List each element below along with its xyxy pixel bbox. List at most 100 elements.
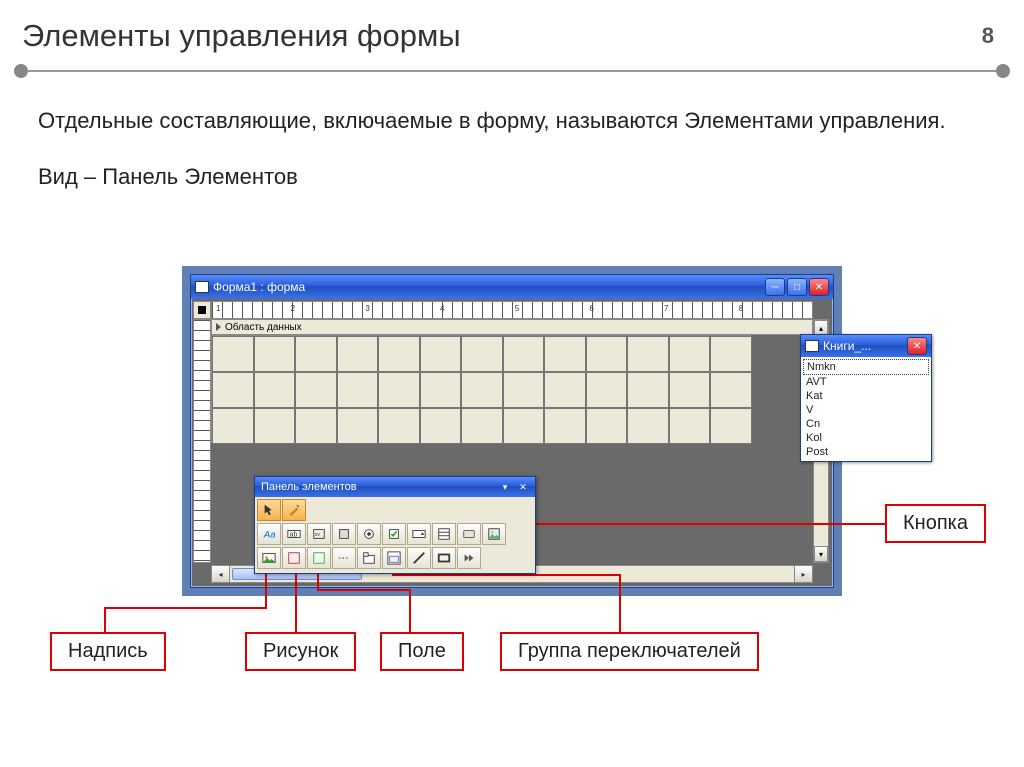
grid-cell[interactable] (378, 408, 420, 444)
grid-cell[interactable] (503, 372, 545, 408)
grid-cell[interactable] (212, 408, 254, 444)
grid-cell[interactable] (295, 372, 337, 408)
grid-cell[interactable] (461, 336, 503, 372)
grid-cell[interactable] (420, 372, 462, 408)
grid-cell[interactable] (295, 336, 337, 372)
grid-cell[interactable] (586, 336, 628, 372)
grid-cell[interactable] (378, 336, 420, 372)
detail-section-grid[interactable] (211, 335, 751, 443)
grid-cell[interactable] (710, 372, 752, 408)
grid-cell[interactable] (544, 336, 586, 372)
tool-wizard[interactable] (282, 499, 306, 521)
grid-cell[interactable] (503, 408, 545, 444)
grid-cell[interactable] (420, 408, 462, 444)
tool-textbox[interactable]: ab (282, 523, 306, 545)
tool-list[interactable] (432, 523, 456, 545)
svg-text:xv: xv (315, 532, 321, 538)
grid-cell[interactable] (544, 408, 586, 444)
grid-cell[interactable] (669, 372, 711, 408)
tool-option-group[interactable]: xv (307, 523, 331, 545)
fieldlist-item[interactable]: Nmkn (803, 359, 929, 375)
ruler-corner[interactable] (193, 301, 211, 319)
fieldlist-icon (805, 340, 819, 352)
slide-title: Элементы управления формы (22, 18, 461, 54)
callout-label-pole: Поле (380, 632, 464, 671)
grid-cell[interactable] (627, 408, 669, 444)
tool-option[interactable] (357, 523, 381, 545)
tool-line[interactable] (407, 547, 431, 569)
scroll-down-button[interactable]: ▾ (814, 546, 828, 562)
fieldlist-item[interactable]: Kol (803, 431, 929, 445)
toolbox-options-icon[interactable]: ▾ (497, 480, 513, 494)
field-list-window[interactable]: Книги_... ✕ NmknAVTKatVCnKolPost (800, 334, 932, 462)
form-icon (195, 281, 209, 293)
grid-cell[interactable] (378, 372, 420, 408)
form-titlebar[interactable]: Форма1 : форма ─ □ ✕ (191, 275, 833, 299)
tool-more[interactable] (457, 547, 481, 569)
callout-label-gruppa: Группа переключателей (500, 632, 759, 671)
tool-combo[interactable] (407, 523, 431, 545)
callout-label-nadpis: Надпись (50, 632, 166, 671)
svg-text:ab: ab (290, 532, 298, 539)
fieldlist-title: Книги_... (823, 339, 903, 353)
callout-label-risunok: Рисунок (245, 632, 356, 671)
grid-cell[interactable] (254, 336, 296, 372)
tool-button[interactable] (457, 523, 481, 545)
tool-label[interactable]: Aa (257, 523, 281, 545)
grid-cell[interactable] (503, 336, 545, 372)
grid-cell[interactable] (212, 372, 254, 408)
tool-toggle[interactable] (332, 523, 356, 545)
paragraph-1: Отдельные составляющие, включаемые в фор… (38, 106, 986, 136)
tool-bound-obj[interactable] (307, 547, 331, 569)
grid-cell[interactable] (461, 408, 503, 444)
fieldlist-item[interactable]: Post (803, 445, 929, 459)
tool-rect[interactable] (432, 547, 456, 569)
toolbox-close-button[interactable]: ✕ (515, 480, 531, 494)
body-text: Отдельные составляющие, включаемые в фор… (0, 106, 1024, 191)
paragraph-2: Вид – Панель Элементов (38, 162, 986, 192)
grid-cell[interactable] (461, 372, 503, 408)
grid-cell[interactable] (669, 408, 711, 444)
tool-subform[interactable] (382, 547, 406, 569)
fieldlist-item[interactable]: AVT (803, 375, 929, 389)
fieldlist-item[interactable]: Kat (803, 389, 929, 403)
grid-cell[interactable] (254, 372, 296, 408)
fieldlist-item[interactable]: Cn (803, 417, 929, 431)
grid-cell[interactable] (544, 372, 586, 408)
grid-cell[interactable] (212, 336, 254, 372)
close-button[interactable]: ✕ (809, 278, 829, 296)
tool-pointer[interactable] (257, 499, 281, 521)
maximize-button[interactable]: □ (787, 278, 807, 296)
tool-checkbox[interactable] (382, 523, 406, 545)
toolbox-titlebar[interactable]: Панель элементов ▾ ✕ (255, 477, 535, 497)
grid-cell[interactable] (627, 336, 669, 372)
fieldlist-item[interactable]: V (803, 403, 929, 417)
grid-cell[interactable] (337, 408, 379, 444)
detail-section-header[interactable]: Область данных (211, 319, 813, 335)
tool-image-btn[interactable] (482, 523, 506, 545)
grid-cell[interactable] (337, 336, 379, 372)
grid-cell[interactable] (710, 336, 752, 372)
tool-pagebreak[interactable] (332, 547, 356, 569)
minimize-button[interactable]: ─ (765, 278, 785, 296)
grid-cell[interactable] (295, 408, 337, 444)
grid-cell[interactable] (586, 372, 628, 408)
grid-cell[interactable] (669, 336, 711, 372)
scroll-right-button[interactable]: ▸ (794, 566, 812, 582)
scroll-left-button[interactable]: ◂ (212, 566, 230, 582)
grid-cell[interactable] (586, 408, 628, 444)
grid-cell[interactable] (337, 372, 379, 408)
svg-text:Aa: Aa (263, 530, 276, 541)
grid-cell[interactable] (627, 372, 669, 408)
grid-cell[interactable] (254, 408, 296, 444)
toolbox-window[interactable]: Панель элементов ▾ ✕ Aa ab xv (254, 476, 536, 574)
fieldlist-close-button[interactable]: ✕ (907, 337, 927, 355)
page-number: 8 (982, 23, 994, 49)
tool-tab[interactable] (357, 547, 381, 569)
tool-unbound-obj[interactable] (282, 547, 306, 569)
grid-cell[interactable] (420, 336, 462, 372)
vertical-ruler[interactable] (193, 319, 211, 563)
tool-image[interactable] (257, 547, 281, 569)
grid-cell[interactable] (710, 408, 752, 444)
horizontal-ruler[interactable]: 1 2 3 4 5 6 7 8 9 10 11 12 13 (211, 301, 813, 319)
